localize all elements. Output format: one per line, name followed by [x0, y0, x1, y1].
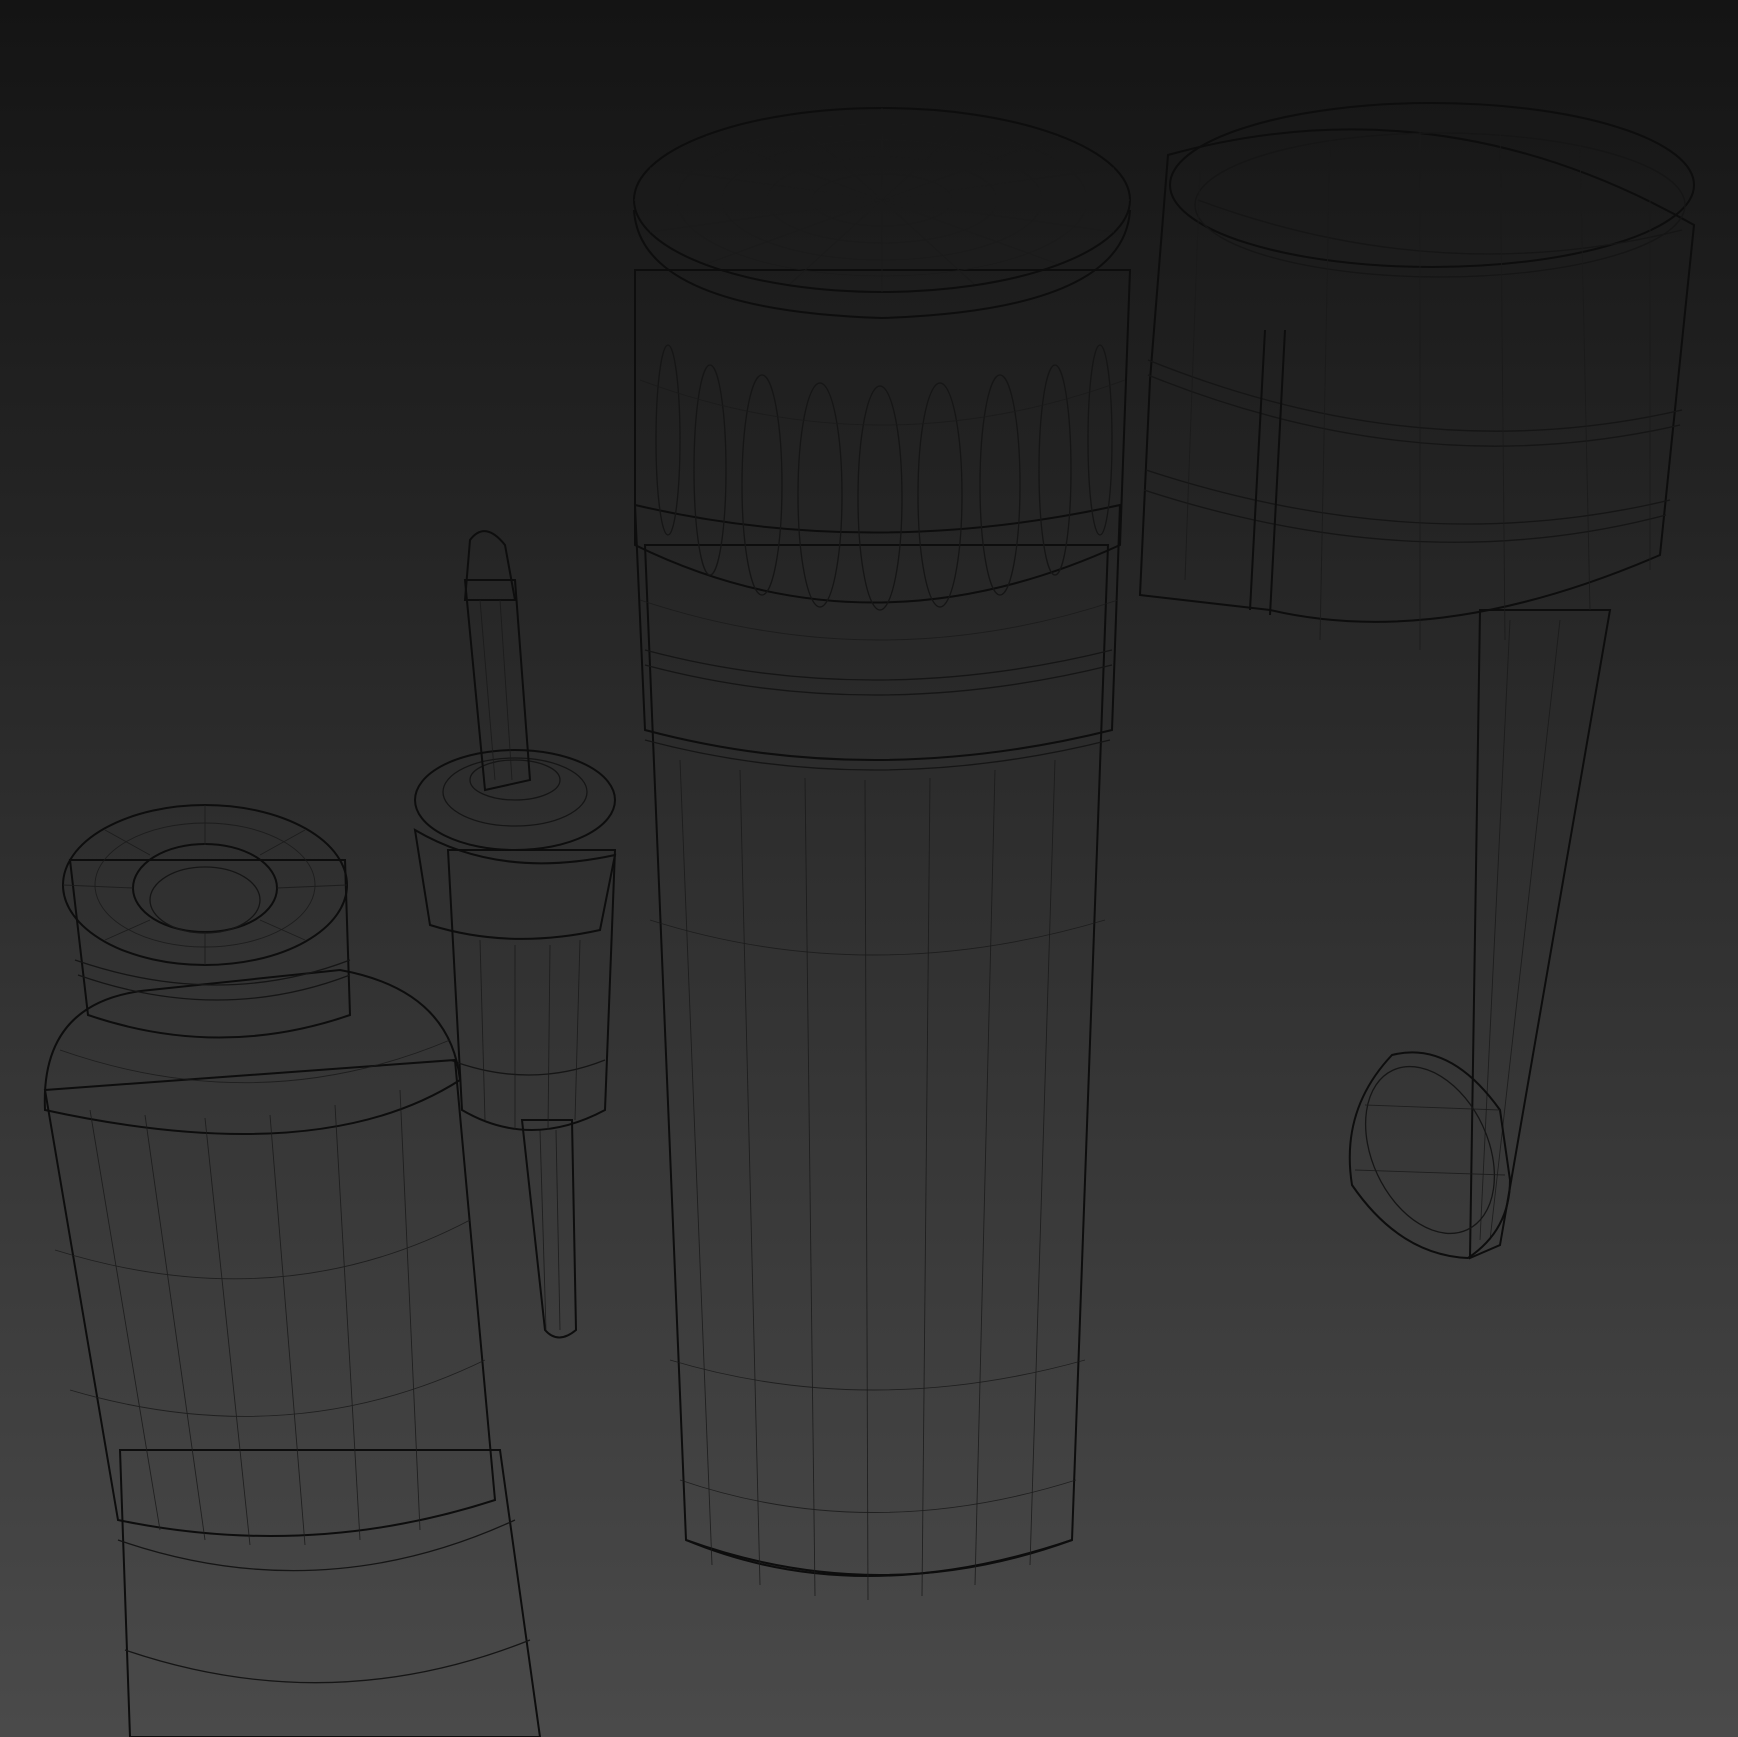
background — [0, 0, 1738, 1737]
wireframe-render-scene — [0, 0, 1738, 1737]
